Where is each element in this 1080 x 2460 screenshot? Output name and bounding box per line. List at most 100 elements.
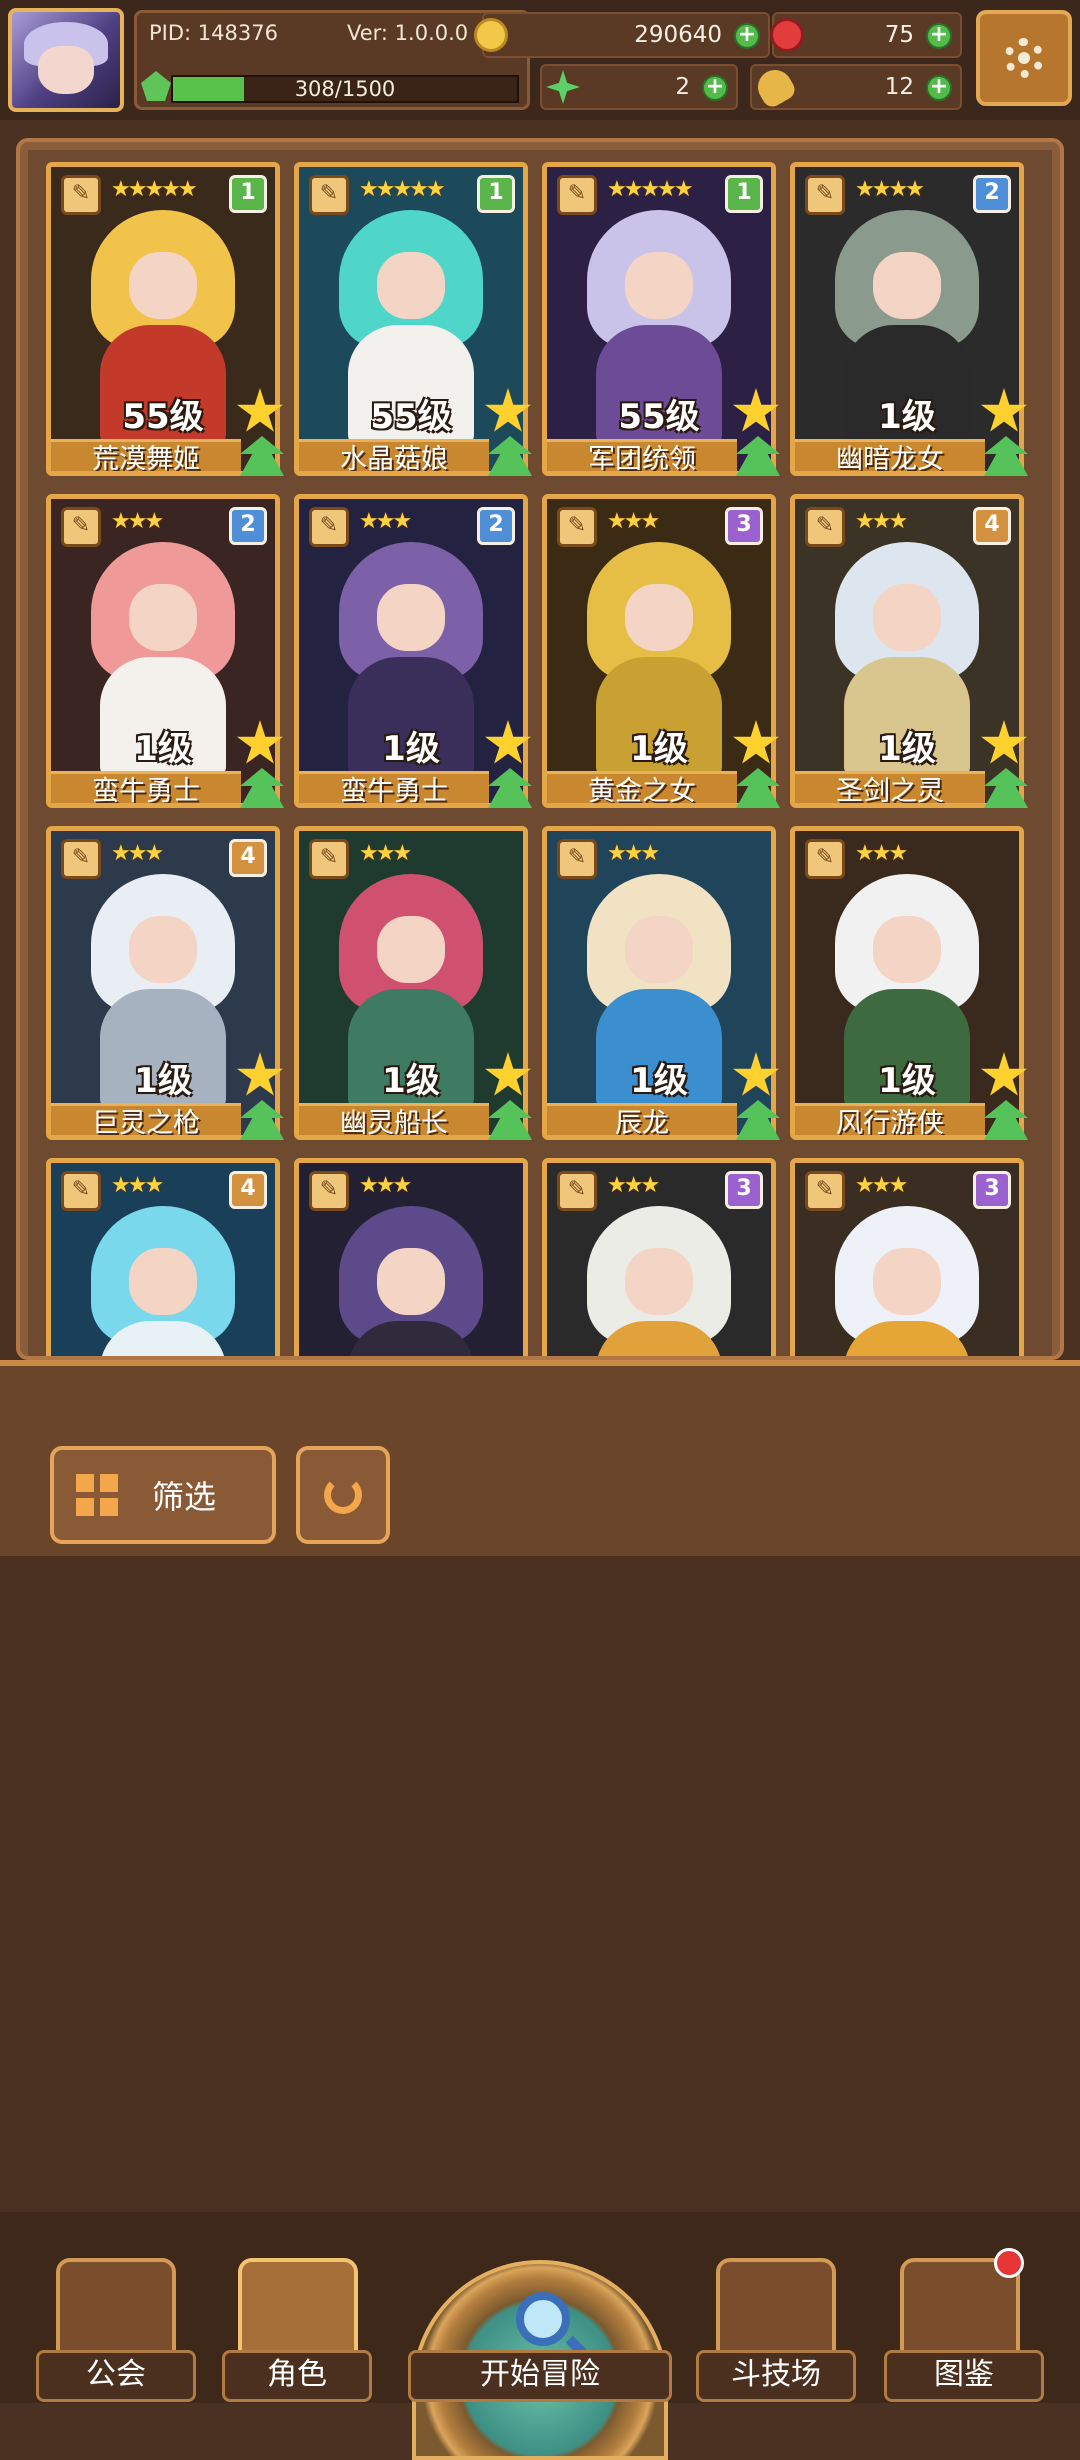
add-clover-button[interactable]: +: [702, 75, 728, 101]
rank-badge: 2: [973, 175, 1011, 213]
character-grid-panel: ✎ ★★★★★ 1 55级 荒漠舞姬 ✎ ★★★★★ 1 55级 水晶菇娘 ✎ ★★★★★ 1 55级 军团…: [16, 138, 1064, 1360]
character-card[interactable]: ✎ ★★★ 4 1级 巨灵之枪: [46, 826, 284, 1148]
add-gem-button[interactable]: +: [926, 23, 952, 49]
portrait-face: [873, 584, 941, 651]
magnifier-icon: [516, 2292, 570, 2346]
grid-icon: [76, 1474, 118, 1516]
character-card[interactable]: ✎ ★★★★★ 1 55级 水晶菇娘: [294, 162, 532, 484]
star-rating: ★★★: [855, 1173, 908, 1198]
player-info-panel: PID: 148376 Ver: 1.0.0.0 308/1500: [134, 10, 530, 110]
nav-roles-label: 角色: [222, 2350, 372, 2402]
class-wing-icon: ✎: [557, 507, 597, 547]
gold-counter: 290640 +: [474, 12, 770, 58]
character-card[interactable]: ✎ ★★★★ 2 1级 幽暗龙女: [790, 162, 1028, 484]
character-card[interactable]: ✎ ★★★ 2 1级 蛮牛勇士: [294, 494, 532, 816]
portrait-face: [625, 252, 693, 319]
character-name: 巨灵之枪: [51, 1103, 241, 1135]
level-label: 1级: [878, 1061, 936, 1101]
food-icon: [751, 63, 799, 111]
portrait-face: [377, 584, 445, 651]
star-rating: ★★★: [111, 509, 164, 534]
character-name: 辰龙: [547, 1103, 737, 1135]
character-card[interactable]: ✎ ★★★ 2 1级 蛮牛勇士: [46, 494, 284, 816]
xp-icon: [141, 71, 171, 101]
rank-badge: 1: [477, 175, 515, 213]
character-card[interactable]: ✎ ★★★ 4 1级 圣剑之灵: [790, 494, 1028, 816]
class-wing-icon: ✎: [61, 175, 101, 215]
level-label: 1级: [630, 1061, 688, 1101]
character-name: 蛮牛勇士: [299, 771, 489, 803]
filter-label: 筛选: [152, 1478, 217, 1516]
level-label: 55级: [618, 397, 700, 437]
class-wing-icon: ✎: [805, 839, 845, 879]
character-card[interactable]: ✎ ★★★★★ 1 55级 荒漠舞姬: [46, 162, 284, 484]
character-grid[interactable]: ✎ ★★★★★ 1 55级 荒漠舞姬 ✎ ★★★★★ 1 55级 水晶菇娘 ✎ ★★★★★ 1 55级 军团…: [28, 150, 1052, 1356]
portrait-face: [873, 916, 941, 983]
portrait-face: [129, 584, 197, 651]
portrait-face: [873, 252, 941, 319]
star-rating: ★★★★★: [111, 177, 198, 202]
settings-button[interactable]: [976, 10, 1072, 106]
add-food-button[interactable]: +: [926, 75, 952, 101]
rank-badge: 4: [229, 1171, 267, 1209]
rank-badge: 2: [229, 507, 267, 545]
star-rating: ★★★: [359, 1173, 412, 1198]
gold-coin-icon: [474, 18, 508, 52]
character-name: 军团统领: [547, 439, 737, 471]
character-card[interactable]: ✎★★★31级黄蜂魔女: [542, 1158, 776, 1356]
character-card[interactable]: ✎ ★★★ 1级 辰龙: [542, 826, 780, 1148]
level-label: 1级: [878, 729, 936, 769]
clover-value: 2: [675, 74, 690, 100]
filter-button[interactable]: 筛选: [50, 1446, 276, 1544]
notification-dot: [994, 2248, 1024, 2278]
character-card[interactable]: ✎ ★★★ 3 1级 黄金之女: [542, 494, 780, 816]
card-frame: ✎ ★★★ 1级 风行游侠: [790, 826, 1024, 1140]
nav-arena-label: 斗技场: [696, 2350, 856, 2402]
add-gold-button[interactable]: +: [734, 23, 760, 49]
character-name: 幽暗龙女: [795, 439, 985, 471]
class-wing-icon: ✎: [309, 1171, 349, 1211]
level-label: 1级: [630, 729, 688, 769]
version-label: Ver: 1.0.0.0: [347, 21, 469, 45]
card-frame: ✎ ★★★★★ 1 55级 荒漠舞姬: [46, 162, 280, 476]
character-card[interactable]: ✎★★★41级冰蛛女王: [46, 1158, 280, 1356]
xp-text: 308/1500: [294, 77, 396, 101]
star-rating: ★★★★: [855, 177, 925, 202]
character-card[interactable]: ✎★★★31级黄蜂魔女: [790, 1158, 1024, 1356]
star-rating: ★★★★★: [607, 177, 694, 202]
rank-badge: 3: [973, 1171, 1011, 1209]
class-wing-icon: ✎: [557, 1171, 597, 1211]
star-rating: ★★★: [607, 841, 660, 866]
character-name: 水晶菇娘: [299, 439, 489, 471]
class-wing-icon: ✎: [557, 839, 597, 879]
character-name: 荒漠舞姬: [51, 439, 241, 471]
character-card[interactable]: ✎ ★★★ 1级 幽灵船长: [294, 826, 532, 1148]
player-avatar[interactable]: [8, 8, 124, 112]
red-gem-icon: [770, 18, 804, 52]
rank-badge: 4: [229, 839, 267, 877]
portrait-face: [377, 252, 445, 319]
rank-badge: 4: [973, 507, 1011, 545]
level-label: 1级: [134, 1061, 192, 1101]
xp-bar: 308/1500: [171, 75, 519, 103]
character-name: 风行游侠: [795, 1103, 985, 1135]
portrait-face: [625, 916, 693, 983]
character-card[interactable]: ✎ ★★★ 1级 风行游侠: [790, 826, 1028, 1148]
card-frame: ✎★★★41级冰蛛女王: [46, 1158, 280, 1356]
class-wing-icon: ✎: [805, 507, 845, 547]
portrait-face: [129, 1248, 197, 1315]
character-card[interactable]: ✎★★★1级荒漠舞姬: [294, 1158, 528, 1356]
class-wing-icon: ✎: [61, 1171, 101, 1211]
class-wing-icon: ✎: [805, 175, 845, 215]
portrait-face: [129, 252, 197, 319]
level-label: 55级: [122, 397, 204, 437]
character-card[interactable]: ✎ ★★★★★ 1 55级 军团统领: [542, 162, 780, 484]
refresh-button[interactable]: [296, 1446, 390, 1544]
nav-guild-label: 公会: [36, 2350, 196, 2402]
star-rating: ★★★: [855, 509, 908, 534]
character-name: 黄金之女: [547, 771, 737, 803]
card-frame: ✎ ★★★ 4 1级 巨灵之枪: [46, 826, 280, 1140]
card-frame: ✎★★★1级荒漠舞姬: [294, 1158, 528, 1356]
card-frame: ✎ ★★★ 4 1级 圣剑之灵: [790, 494, 1024, 808]
portrait-face: [873, 1248, 941, 1315]
